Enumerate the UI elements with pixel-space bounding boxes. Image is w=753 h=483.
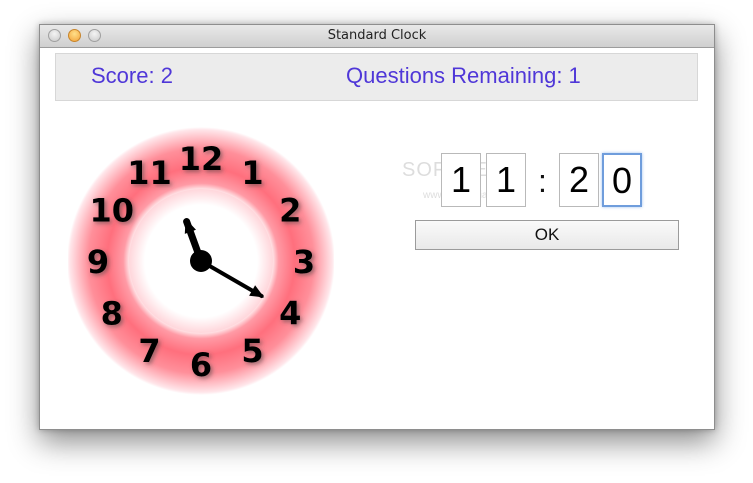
window-title: Standard Clock [327, 28, 427, 43]
analog-clock: 12 1 2 3 4 5 6 7 8 9 10 11 [67, 127, 335, 395]
clock-number-7: 7 [138, 332, 160, 370]
clock-hub [190, 250, 212, 272]
clock-number-9: 9 [87, 243, 109, 281]
clock-number-11: 11 [127, 154, 172, 192]
clock-number-1: 1 [241, 154, 263, 192]
clock-number-8: 8 [101, 295, 123, 333]
clock-number-4: 4 [279, 295, 301, 333]
clock-number-3: 3 [293, 243, 315, 281]
time-separator: : [538, 163, 547, 199]
ok-button[interactable]: OK [415, 220, 679, 250]
clock-number-6: 6 [190, 346, 212, 384]
hour-ones-field[interactable]: 1 [486, 153, 526, 207]
score-bar: Score: 2 Questions Remaining: 1 [55, 53, 698, 101]
clock-number-12: 12 [179, 140, 224, 178]
clock-number-10: 10 [90, 192, 135, 230]
score-label: Score: 2 [91, 63, 173, 88]
clock-number-2: 2 [279, 192, 301, 230]
title-bar: Standard Clock [40, 25, 714, 48]
minute-tens-field[interactable]: 2 [559, 153, 599, 207]
app-window: Standard Clock Score: 2 Questions Remain… [39, 24, 715, 430]
minute-ones-field[interactable]: 0 [602, 153, 642, 207]
clock-face: 12 12 3 45678 9 1011 [67, 127, 335, 395]
time-input-group: 1 1 : 2 0 [441, 153, 681, 209]
questions-remaining-label: Questions Remaining: 1 [346, 63, 581, 88]
clock-number-5: 5 [241, 332, 263, 370]
hour-tens-field[interactable]: 1 [441, 153, 481, 207]
